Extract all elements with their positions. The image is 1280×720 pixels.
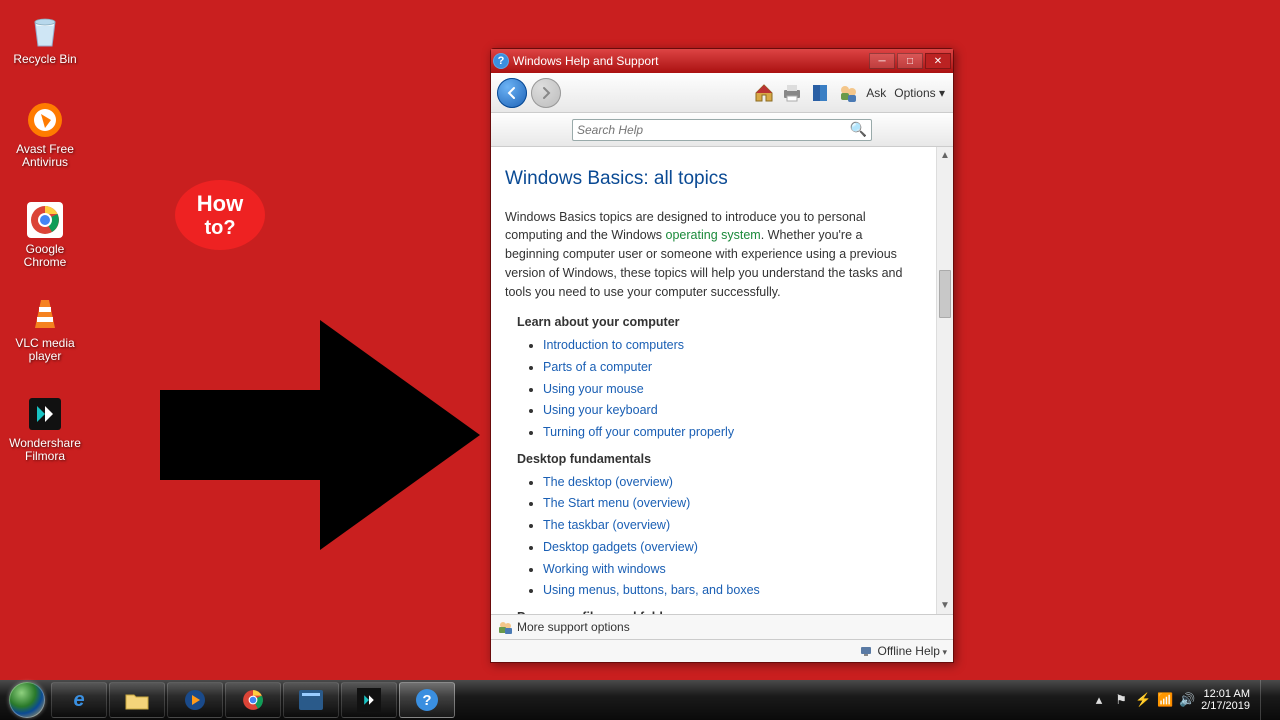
help-icon: ? — [493, 53, 509, 69]
offline-help-row[interactable]: Offline Help — [491, 639, 953, 662]
taskbar-item-app[interactable] — [283, 682, 339, 718]
help-content: Windows Basics: all topics Windows Basic… — [491, 147, 936, 614]
scroll-down-icon[interactable]: ▼ — [937, 597, 953, 614]
help-topic-link[interactable]: The taskbar (overview) — [543, 518, 670, 532]
bubble-line1: How — [197, 191, 243, 217]
start-button[interactable] — [4, 680, 50, 720]
svg-text:?: ? — [422, 692, 431, 709]
clock[interactable]: 12:01 AM 2/17/2019 — [1201, 688, 1250, 712]
tray-volume-icon[interactable]: 🔊 — [1179, 692, 1195, 708]
search-icon[interactable]: 🔍 — [850, 121, 867, 138]
home-icon[interactable] — [752, 81, 776, 105]
desktop-icon-label: Wondershare Filmora — [8, 437, 82, 463]
show-desktop-button[interactable] — [1260, 680, 1270, 720]
options-button[interactable]: Options ▾ — [892, 86, 947, 100]
taskbar-item-help[interactable]: ? — [399, 682, 455, 718]
more-support-label: More support options — [517, 620, 630, 634]
minimize-button[interactable]: ─ — [869, 53, 895, 69]
avast-icon — [25, 100, 65, 140]
scroll-thumb[interactable] — [939, 270, 951, 318]
desktop-icon-label: Google Chrome — [8, 243, 82, 269]
chrome-icon — [242, 689, 264, 711]
recycle-bin-icon — [25, 10, 65, 50]
toolbar: Ask Options ▾ — [491, 73, 953, 113]
desktop-icon-label: Avast Free Antivirus — [8, 143, 82, 169]
vlc-icon — [25, 294, 65, 334]
folder-icon — [124, 689, 150, 711]
section-heading: Programs, files, and folders — [517, 608, 916, 614]
ie-icon: e — [73, 689, 84, 712]
filmora-icon — [357, 688, 381, 712]
vertical-scrollbar[interactable]: ▲ ▼ — [936, 147, 953, 614]
desktop-icon-filmora[interactable]: Wondershare Filmora — [8, 394, 82, 463]
print-icon[interactable] — [780, 81, 804, 105]
search-box[interactable]: 🔍 — [572, 119, 872, 141]
intro-paragraph: Windows Basics topics are designed to in… — [505, 208, 916, 302]
help-icon: ? — [415, 688, 439, 712]
help-topic-link[interactable]: Parts of a computer — [543, 360, 652, 374]
titlebar[interactable]: ? Windows Help and Support ─ □ ✕ — [491, 49, 953, 73]
back-button[interactable] — [497, 78, 527, 108]
search-bar: 🔍 — [491, 113, 953, 147]
offline-help-label: Offline Help — [877, 644, 947, 658]
help-topic-link[interactable]: Using your keyboard — [543, 403, 658, 417]
page-heading: Windows Basics: all topics — [505, 165, 916, 194]
taskbar: e ? ▴ ⚑ ⚡ 📶 🔊 12:01 AM 2/17/2019 — [0, 680, 1280, 720]
app-icon — [299, 690, 323, 710]
search-input[interactable] — [577, 123, 850, 137]
desktop: Recycle Bin Avast Free Antivirus Google … — [0, 0, 1280, 680]
help-window: ? Windows Help and Support ─ □ ✕ — [490, 48, 954, 663]
help-topic-link[interactable]: Introduction to computers — [543, 338, 684, 352]
tray-network-icon[interactable]: 📶 — [1157, 692, 1173, 708]
desktop-icon-avast[interactable]: Avast Free Antivirus — [8, 100, 82, 169]
system-tray: ▴ ⚑ ⚡ 📶 🔊 12:01 AM 2/17/2019 — [1091, 680, 1276, 720]
clock-date: 2/17/2019 — [1201, 700, 1250, 712]
desktop-icon-label: VLC media player — [8, 337, 82, 363]
maximize-button[interactable]: □ — [897, 53, 923, 69]
scroll-track[interactable] — [937, 164, 953, 597]
tray-action-center-icon[interactable]: ⚑ — [1113, 692, 1129, 708]
taskbar-item-explorer[interactable] — [109, 682, 165, 718]
close-button[interactable]: ✕ — [925, 53, 951, 69]
ask-button[interactable]: Ask — [864, 86, 888, 100]
bubble-line2: to? — [204, 217, 235, 240]
clock-time: 12:01 AM — [1201, 688, 1250, 700]
taskbar-item-chrome[interactable] — [225, 682, 281, 718]
more-support-row[interactable]: More support options — [491, 614, 953, 639]
browse-help-icon[interactable] — [808, 81, 832, 105]
help-topic-link[interactable]: Turning off your computer properly — [543, 425, 734, 439]
help-topic-link[interactable]: The Start menu (overview) — [543, 496, 690, 510]
desktop-icon-chrome[interactable]: Google Chrome — [8, 200, 82, 269]
support-icon — [497, 619, 513, 635]
window-title: Windows Help and Support — [513, 54, 869, 68]
forward-button[interactable] — [531, 78, 561, 108]
section-heading: Desktop fundamentals — [517, 450, 916, 469]
taskbar-item-ie[interactable]: e — [51, 682, 107, 718]
help-topic-link[interactable]: Desktop gadgets (overview) — [543, 540, 698, 554]
tray-show-hidden-icon[interactable]: ▴ — [1091, 692, 1107, 708]
tray-power-icon[interactable]: ⚡ — [1135, 692, 1151, 708]
scroll-up-icon[interactable]: ▲ — [937, 147, 953, 164]
desktop-icon-vlc[interactable]: VLC media player — [8, 294, 82, 363]
help-topic-link[interactable]: Working with windows — [543, 562, 666, 576]
windows-logo-icon — [9, 682, 45, 718]
help-topic-link[interactable]: Using your mouse — [543, 382, 644, 396]
desktop-icon-recycle-bin[interactable]: Recycle Bin — [8, 10, 82, 66]
wmp-icon — [183, 688, 207, 712]
operating-system-link[interactable]: operating system — [666, 228, 761, 242]
help-topic-link[interactable]: The desktop (overview) — [543, 475, 673, 489]
taskbar-item-wmp[interactable] — [167, 682, 223, 718]
section-heading: Learn about your computer — [517, 313, 916, 332]
offline-help-icon — [859, 644, 873, 658]
arrow-overlay — [160, 320, 480, 550]
help-topic-link[interactable]: Using menus, buttons, bars, and boxes — [543, 583, 760, 597]
desktop-icon-label: Recycle Bin — [8, 53, 82, 66]
ask-icon[interactable] — [836, 81, 860, 105]
how-to-bubble: How to? — [175, 180, 265, 250]
chrome-icon — [25, 200, 65, 240]
filmora-icon — [25, 394, 65, 434]
taskbar-item-filmora[interactable] — [341, 682, 397, 718]
